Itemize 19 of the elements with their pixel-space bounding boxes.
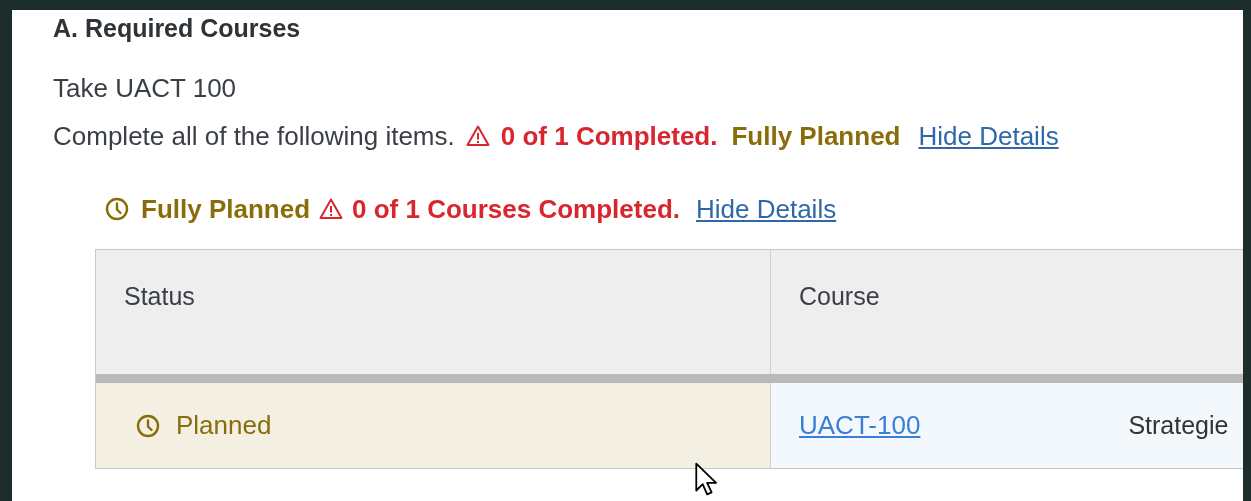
column-header: Status <box>96 250 771 374</box>
section-heading: A. Required Courses <box>53 14 302 44</box>
clock-icon <box>105 197 129 221</box>
plan-status: Fully Planned <box>141 194 311 224</box>
progress-text: 0 of 1 Courses Completed. <box>352 194 680 224</box>
plan-status: Fully Planned <box>731 121 901 151</box>
instruction-text: Take UACT 100 <box>53 73 238 103</box>
course-title: Strategie <box>1128 411 1229 440</box>
progress-text: 0 of 1 Completed. <box>500 121 718 151</box>
hide-details-link[interactable]: Hide Details <box>918 121 1059 151</box>
status-label: Planned <box>176 410 272 441</box>
course-link[interactable]: UACT-100 <box>799 410 921 441</box>
warning-icon <box>318 197 345 221</box>
column-header: Course <box>798 281 881 312</box>
warning-icon <box>464 124 491 148</box>
cursor-icon <box>695 462 718 496</box>
hide-details-link[interactable]: Hide Details <box>696 194 837 224</box>
summary-text: Complete all of the following items. <box>53 121 455 151</box>
clock-icon <box>136 413 160 438</box>
